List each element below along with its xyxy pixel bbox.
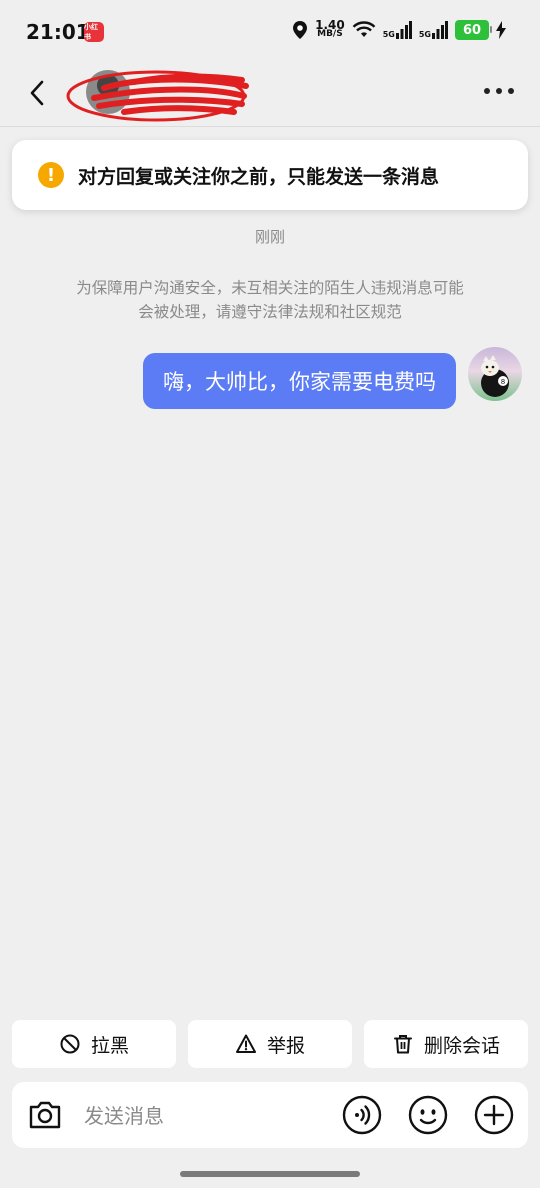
redaction-scribble: [66, 70, 249, 122]
system-safety-note: 为保障用户沟通安全，未互相关注的陌生人违规消息可能会被处理，请遵守法律法规和社区…: [76, 279, 464, 321]
report-button[interactable]: 举报: [188, 1020, 352, 1068]
cell-signal-1: 5G: [383, 21, 412, 39]
camera-icon[interactable]: [26, 1096, 64, 1134]
voice-icon[interactable]: [342, 1095, 382, 1135]
signal-bars-icon: [432, 21, 448, 39]
notice-text: 对方回复或关注你之前，只能发送一条消息: [78, 165, 440, 188]
status-icons: 1.40 MB/S 5G 5G 60: [292, 18, 506, 40]
conversation-actions: 拉黑 举报 删除会话: [12, 1020, 528, 1068]
delete-label: 删除会话: [423, 1034, 500, 1057]
trash-icon: [393, 1035, 412, 1054]
my-avatar[interactable]: 8: [468, 347, 522, 401]
battery-indicator: 60: [455, 20, 492, 40]
message-input[interactable]: [82, 1096, 326, 1136]
more-options-button[interactable]: [484, 88, 514, 94]
status-bar: 21:01 小红书 1.40 MB/S 5G 5G 60: [0, 0, 540, 62]
message-input-bar: [12, 1082, 528, 1148]
cell-signal-2: 5G: [419, 21, 448, 39]
message-limit-notice: ! 对方回复或关注你之前，只能发送一条消息: [12, 140, 528, 210]
delete-conversation-button[interactable]: 删除会话: [364, 1020, 528, 1068]
avatar-image: 8: [481, 355, 509, 397]
block-icon: [60, 1034, 80, 1054]
home-indicator[interactable]: [180, 1171, 360, 1177]
block-button[interactable]: 拉黑: [12, 1020, 176, 1068]
wifi-icon: [352, 21, 376, 37]
plus-icon[interactable]: [474, 1095, 514, 1135]
block-label: 拉黑: [90, 1034, 129, 1057]
location-icon: [293, 21, 308, 39]
network-speed: 1.40 MB/S: [315, 18, 345, 39]
warning-icon: !: [38, 162, 64, 188]
chat-header: [0, 62, 540, 127]
charging-icon: [496, 21, 506, 39]
status-time: 21:01: [26, 20, 90, 44]
app-notification-icon: 小红书: [84, 22, 104, 42]
more-dots-icon: [484, 88, 490, 94]
back-arrow-icon[interactable]: [24, 76, 54, 110]
signal-bars-icon: [395, 21, 412, 39]
sent-message-bubble[interactable]: 嗨，大帅比，你家需要电费吗: [143, 353, 456, 409]
svg-text:8: 8: [501, 378, 505, 386]
message-timestamp: 刚刚: [254, 228, 285, 246]
emoji-icon[interactable]: [408, 1095, 448, 1135]
report-label: 举报: [266, 1034, 305, 1057]
report-warning-icon: [235, 1034, 256, 1053]
